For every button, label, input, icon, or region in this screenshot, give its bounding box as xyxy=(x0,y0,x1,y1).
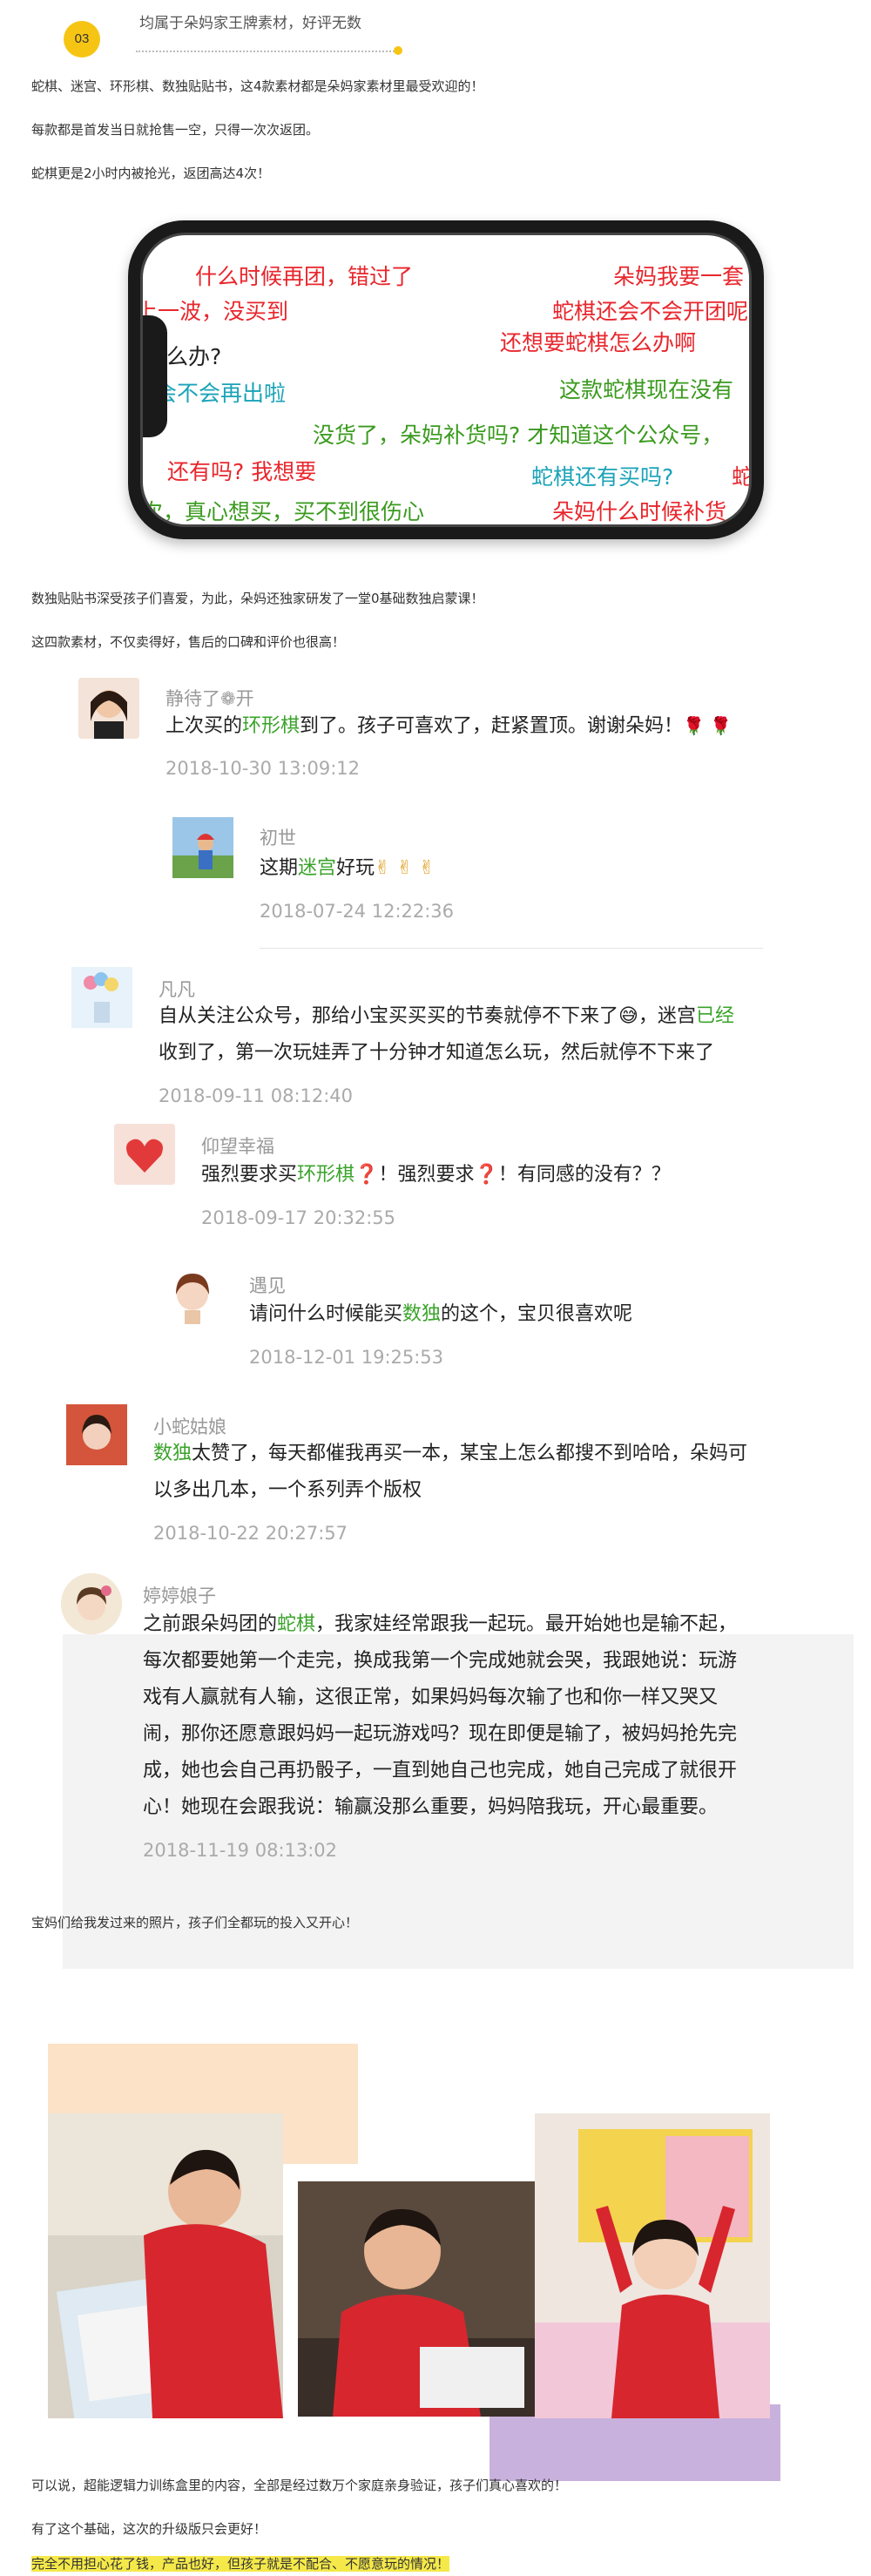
danmu-comment: 朵妈我要一套 xyxy=(613,264,745,289)
comment-time: 2018-12-01 19:25:53 xyxy=(249,1347,444,1368)
danmu-comment: 蛇 xyxy=(732,464,752,490)
danmu-comment: 会不会再出啦 xyxy=(155,381,287,406)
section-title: 均属于朵妈家王牌素材，好评无数 xyxy=(139,15,361,32)
child-photo xyxy=(535,2113,770,2418)
comment-text-line: 自从关注公众号，那给小宝买买买的节奏就停不下来了😅，迷宫已经 xyxy=(159,1005,734,1027)
avatar xyxy=(71,967,132,1028)
commenter-name[interactable]: 遇见 xyxy=(249,1272,286,1298)
photos-caption: 宝妈们给我发过来的照片，孩子们全都玩的投入又开心！ xyxy=(31,1915,359,1930)
title-underline-dot xyxy=(394,46,402,55)
avatar xyxy=(172,817,233,878)
avatar xyxy=(61,1573,122,1634)
commenter-name[interactable]: 仰望幸福 xyxy=(201,1132,274,1159)
outro-line-2: 有了这个基础，这次的升级版只会更好！ xyxy=(31,2521,267,2537)
mid-line-1: 数独贴贴书深受孩子们喜爱，为此，朵妈还独家研发了一堂0基础数独启蒙课！ xyxy=(31,591,484,606)
comment-text-line: 数独太赞了，每天都催我再买一本，某宝上怎么都搜不到哈哈，朵妈可 xyxy=(153,1443,748,1464)
comment-text-line: 之前跟朵妈团的蛇棋，我家娃经常跟我一起玩。最开始她也是输不起， xyxy=(143,1613,738,1635)
comment-time: 2018-09-11 08:12:40 xyxy=(159,1085,354,1106)
commenter-name[interactable]: 婷婷娘子 xyxy=(143,1582,216,1608)
danmu-comment: 次，真心想买，买不到很伤心 xyxy=(141,499,425,524)
child-photo xyxy=(298,2181,535,2417)
comment-time: 2018-07-24 12:22:36 xyxy=(260,901,455,922)
comment-text-line: 成，她也会自己再扔骰子，一直到她自己也完成，她自己完成了就很开 xyxy=(143,1760,738,1782)
title-underline xyxy=(136,51,397,52)
intro-line-3: 蛇棋更是2小时内被抢光，返团高达4次！ xyxy=(31,166,271,181)
danmu-comment: 什么时候再团，错过了 xyxy=(195,264,414,289)
avatar xyxy=(162,1265,223,1326)
rose-emoji-icon: 🌹 🌹 xyxy=(683,715,733,736)
comment-time: 2018-09-17 20:32:55 xyxy=(201,1207,396,1228)
danmu-comment: 蛇棋还会不会开团呢 xyxy=(552,299,749,324)
danmu-comment: 还想要蛇棋怎么办啊 xyxy=(500,330,697,355)
intro-line-2: 每款都是首发当日就抢售一空，只得一次次返团。 xyxy=(31,122,320,138)
danmu-comment: 还有吗? 我想要 xyxy=(167,459,317,484)
comment-text-line: 以多出几本，一个系列弄个版权 xyxy=(153,1479,422,1501)
danmu-comment: 这款蛇棋现在没有 xyxy=(559,377,734,402)
comment-text: 强烈要求买环形棋❓！强烈要求❓！有同感的没有？？ xyxy=(201,1164,671,1186)
phone-notch xyxy=(143,315,167,437)
sweat-smile-emoji-icon: 😅 xyxy=(618,1005,638,1027)
comment-time: 2018-10-30 13:09:12 xyxy=(165,758,361,779)
avatar xyxy=(114,1124,175,1185)
phone-screen: 什么时候再团，错过了 朵妈我要一套 上一波，没买到 蛇棋还会不会开团呢 还想要蛇… xyxy=(140,233,752,527)
comment-text-line: 闹，那你还愿意跟妈妈一起玩游戏吗？现在即便是输了，被妈妈抢先完 xyxy=(143,1723,738,1745)
comment-time: 2018-10-22 20:27:57 xyxy=(153,1523,348,1544)
comment-text: 这期迷宫好玩✌ ✌ ✌ xyxy=(260,857,436,879)
comment-text: 请问什么时候能买数独的这个，宝贝很喜欢呢 xyxy=(249,1303,633,1325)
section-number-badge: 03 xyxy=(64,21,100,57)
phone-mockup: 什么时候再团，错过了 朵妈我要一套 上一波，没买到 蛇棋还会不会开团呢 还想要蛇… xyxy=(128,220,764,539)
comment-text-line: 每次都要她第一个走完，换成我第一个完成她就会哭，我跟她说：玩游 xyxy=(143,1650,738,1672)
child-photo xyxy=(48,2113,283,2418)
intro-line-1: 蛇棋、迷宫、环形棋、数独贴贴书，这4款素材都是朵妈家素材里最受欢迎的！ xyxy=(31,78,484,94)
danmu-comment: 没货了，朵妈补货吗? 才知道这个公众号， xyxy=(313,423,724,448)
comment-time: 2018-11-19 08:13:02 xyxy=(143,1840,338,1861)
comment-text: 上次买的环形棋到了。孩子可喜欢了，赶紧置顶。谢谢朵妈！🌹 🌹 xyxy=(165,715,733,737)
mid-line-2: 这四款素材，不仅卖得好，售后的口碑和评价也很高！ xyxy=(31,634,346,650)
comment-text-line: 戏有人赢就有人输，这很正常，如果妈妈每次输了也和你一样又哭又 xyxy=(143,1687,719,1708)
avatar xyxy=(78,678,139,739)
question-mark-icon: ❓ xyxy=(354,1164,379,1186)
reply-divider xyxy=(260,948,763,949)
comment-text-line: 收到了，第一次玩娃弄了十分钟才知道怎么玩，然后就停不下来了 xyxy=(159,1042,715,1064)
outro-line-1: 可以说，超能逻辑力训练盒里的内容，全部是经过数万个家庭亲身验证，孩子们真心喜欢的… xyxy=(31,2478,568,2493)
danmu-comment: 蛇棋还有买吗? xyxy=(531,464,674,490)
danmu-comment: 朵妈什么时候补货 xyxy=(552,499,727,524)
comment-text-line: 心！她现在会跟我说：输赢没那么重要，妈妈陪我玩，开心最重要。 xyxy=(143,1796,719,1818)
victory-hand-icon: ✌ ✌ ✌ xyxy=(375,857,436,879)
commenter-name[interactable]: 初世 xyxy=(260,824,296,850)
question-mark-icon: ❓ xyxy=(474,1164,498,1186)
outro-line-3: 完全不用担心花了钱，产品也好，但孩子就是不配合、不愿意玩的情况！ xyxy=(31,2556,450,2572)
avatar xyxy=(66,1404,127,1465)
